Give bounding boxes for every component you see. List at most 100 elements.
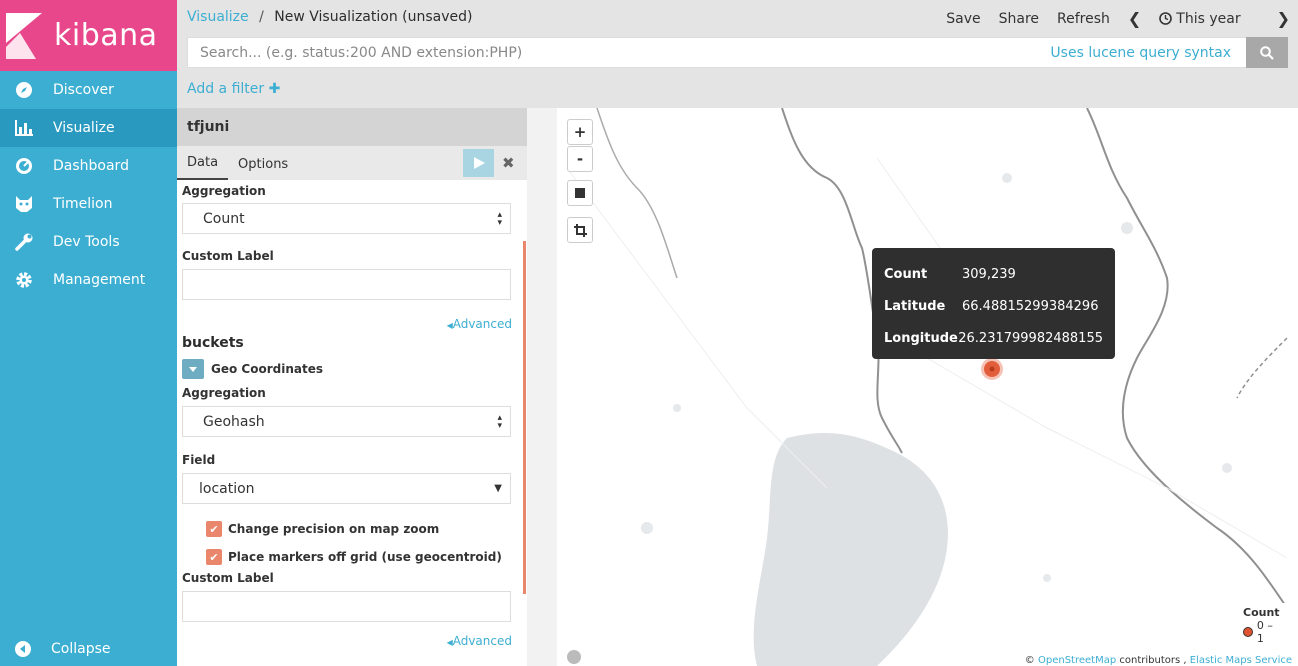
tooltip-count-value: 309,239 <box>962 266 1016 282</box>
legend-title: Count <box>1243 606 1280 619</box>
advanced-label-2: Advanced <box>452 634 512 648</box>
advanced-label: Advanced <box>452 317 512 331</box>
collapse-label: Collapse <box>51 641 111 657</box>
bucket-collapse-toggle[interactable] <box>182 359 204 379</box>
sidebar-item-discover[interactable]: Discover <box>0 71 177 109</box>
bucket-header: Geo Coordinates <box>182 359 512 379</box>
search-bar: Uses lucene query syntax <box>187 37 1288 68</box>
vis-editor-panel: tfjuni Data Options ✖ Aggregation Count … <box>177 108 527 666</box>
select-arrows-icon: ▴ ▾ <box>497 412 502 431</box>
metric-aggregation-value: Count <box>203 210 245 227</box>
bucket-aggregation-value: Geohash <box>203 413 265 430</box>
breadcrumb-separator: / <box>259 9 264 25</box>
legend-swatch <box>1243 627 1253 637</box>
refresh-button[interactable]: Refresh <box>1057 11 1110 27</box>
timepicker-label: This year <box>1176 10 1241 27</box>
breadcrumb-visualize-link[interactable]: Visualize <box>187 9 249 25</box>
attribution-mid: contributors , <box>1119 655 1187 666</box>
save-button[interactable]: Save <box>946 11 980 27</box>
bar-chart-icon <box>14 118 34 138</box>
advanced-toggle[interactable]: ◀Advanced <box>182 317 512 331</box>
attribution-prefix: © <box>1024 655 1035 666</box>
precision-checkbox-row[interactable]: ✔ Change precision on map zoom <box>182 521 512 537</box>
cat-icon <box>14 194 34 214</box>
sidebar-item-label: Timelion <box>53 196 113 212</box>
chevron-left-circle-icon <box>14 640 32 658</box>
legend-range: 0 – 1 <box>1256 619 1273 645</box>
map-reset-icon[interactable] <box>567 650 581 664</box>
editor-body: Aggregation Count ▴ ▾ Custom Label ◀Advan… <box>177 180 527 666</box>
map-tiles <box>527 108 1298 666</box>
tab-data[interactable]: Data <box>177 155 229 180</box>
crop-icon <box>573 223 587 237</box>
zoom-in-button[interactable]: + <box>567 119 593 145</box>
tooltip-latitude-value: 66.48815299384296 <box>962 298 1099 314</box>
lucene-syntax-link[interactable]: Uses lucene query syntax <box>1050 45 1231 61</box>
gauge-icon <box>14 156 34 176</box>
field-value: location <box>199 480 255 497</box>
custom-label-label: Custom Label <box>182 249 274 263</box>
sidebar-item-dashboard[interactable]: Dashboard <box>0 147 177 185</box>
chevron-left-icon[interactable]: ❮ <box>1128 9 1141 28</box>
select-arrows-icon: ▴ ▾ <box>497 209 502 228</box>
caret-down-icon <box>189 366 197 372</box>
caret-down-icon: ▼ <box>494 483 502 494</box>
sidebar-item-label: Dev Tools <box>53 234 120 250</box>
field-label: Field <box>182 453 216 467</box>
chevron-right-icon[interactable]: ❯ <box>1277 9 1290 28</box>
zoom-out-button[interactable]: - <box>567 146 593 172</box>
breadcrumb: Visualize / New Visualization (unsaved) <box>187 9 472 25</box>
scrollbar-accent[interactable] <box>523 241 526 594</box>
kibana-logo[interactable]: kibana <box>0 0 177 71</box>
tooltip-latitude-key: Latitude <box>884 298 946 314</box>
metric-aggregation-select[interactable]: Count ▴ ▾ <box>182 203 511 234</box>
tab-options[interactable]: Options <box>228 157 298 180</box>
bucket-aggregation-select[interactable]: Geohash ▴ ▾ <box>182 406 511 437</box>
geocentroid-checkbox-label: Place markers off grid (use geocentroid) <box>228 550 502 564</box>
gear-icon <box>14 270 34 290</box>
map-attribution: © OpenStreetMap contributors , Elastic M… <box>1022 655 1294 666</box>
draw-rectangle-button[interactable] <box>567 180 593 206</box>
advanced-toggle-2[interactable]: ◀Advanced <box>182 634 512 648</box>
sidebar-item-timelion[interactable]: Timelion <box>0 185 177 223</box>
field-select[interactable]: location ▼ <box>182 473 511 504</box>
search-input[interactable] <box>200 44 1051 61</box>
metric-aggregation-label: Aggregation <box>182 184 266 198</box>
tooltip-longitude-key: Longitude <box>884 330 958 346</box>
geocentroid-checkbox-row[interactable]: ✔ Place markers off grid (use geocentroi… <box>182 549 512 565</box>
kibana-logo-icon <box>6 12 42 59</box>
share-button[interactable]: Share <box>999 11 1039 27</box>
search-button[interactable] <box>1246 37 1288 68</box>
geocentroid-checkbox[interactable]: ✔ <box>206 549 222 565</box>
breadcrumb-current: New Visualization (unsaved) <box>274 9 473 25</box>
map-tooltip: Count 309,239 Latitude 66.48815299384296 L… <box>872 248 1115 359</box>
sidebar-item-management[interactable]: Management <box>0 261 177 299</box>
sidebar-item-label: Management <box>53 272 146 288</box>
sidebar-item-dev-tools[interactable]: Dev Tools <box>0 223 177 261</box>
fit-bounds-button[interactable] <box>567 217 593 243</box>
play-icon <box>473 157 485 169</box>
plus-icon: ✚ <box>268 81 281 97</box>
search-icon <box>1260 45 1274 60</box>
legend-entry: 0 – 1 <box>1243 619 1283 645</box>
buckets-heading: buckets <box>182 335 244 351</box>
discard-changes-button[interactable]: ✖ <box>502 154 515 172</box>
elastic-maps-link[interactable]: Elastic Maps Service <box>1190 655 1292 666</box>
sidebar-item-label: Discover <box>53 82 114 98</box>
custom-label-input[interactable] <box>182 269 511 300</box>
add-filter-link[interactable]: Add a filter ✚ <box>187 81 280 97</box>
top-bar: Visualize / New Visualization (unsaved) … <box>177 0 1298 108</box>
openstreetmap-link[interactable]: OpenStreetMap <box>1038 655 1116 666</box>
top-actions: Save Share Refresh ❮ This year ❯ <box>946 9 1298 28</box>
apply-changes-button[interactable] <box>463 149 494 177</box>
precision-checkbox[interactable]: ✔ <box>206 521 222 537</box>
wrench-icon <box>14 232 34 252</box>
square-icon <box>575 188 585 198</box>
sidebar-item-visualize[interactable]: Visualize <box>0 109 177 147</box>
sidebar: kibana Discover Visualize Dashboard Time… <box>0 0 177 666</box>
collapse-button[interactable]: Collapse <box>0 632 177 666</box>
timepicker-button[interactable]: This year <box>1159 11 1258 27</box>
map-container[interactable]: + - Count 309,239 Latitude 66.488152993842… <box>527 108 1298 666</box>
compass-icon <box>14 80 34 100</box>
custom-label-input-2[interactable] <box>182 591 511 622</box>
